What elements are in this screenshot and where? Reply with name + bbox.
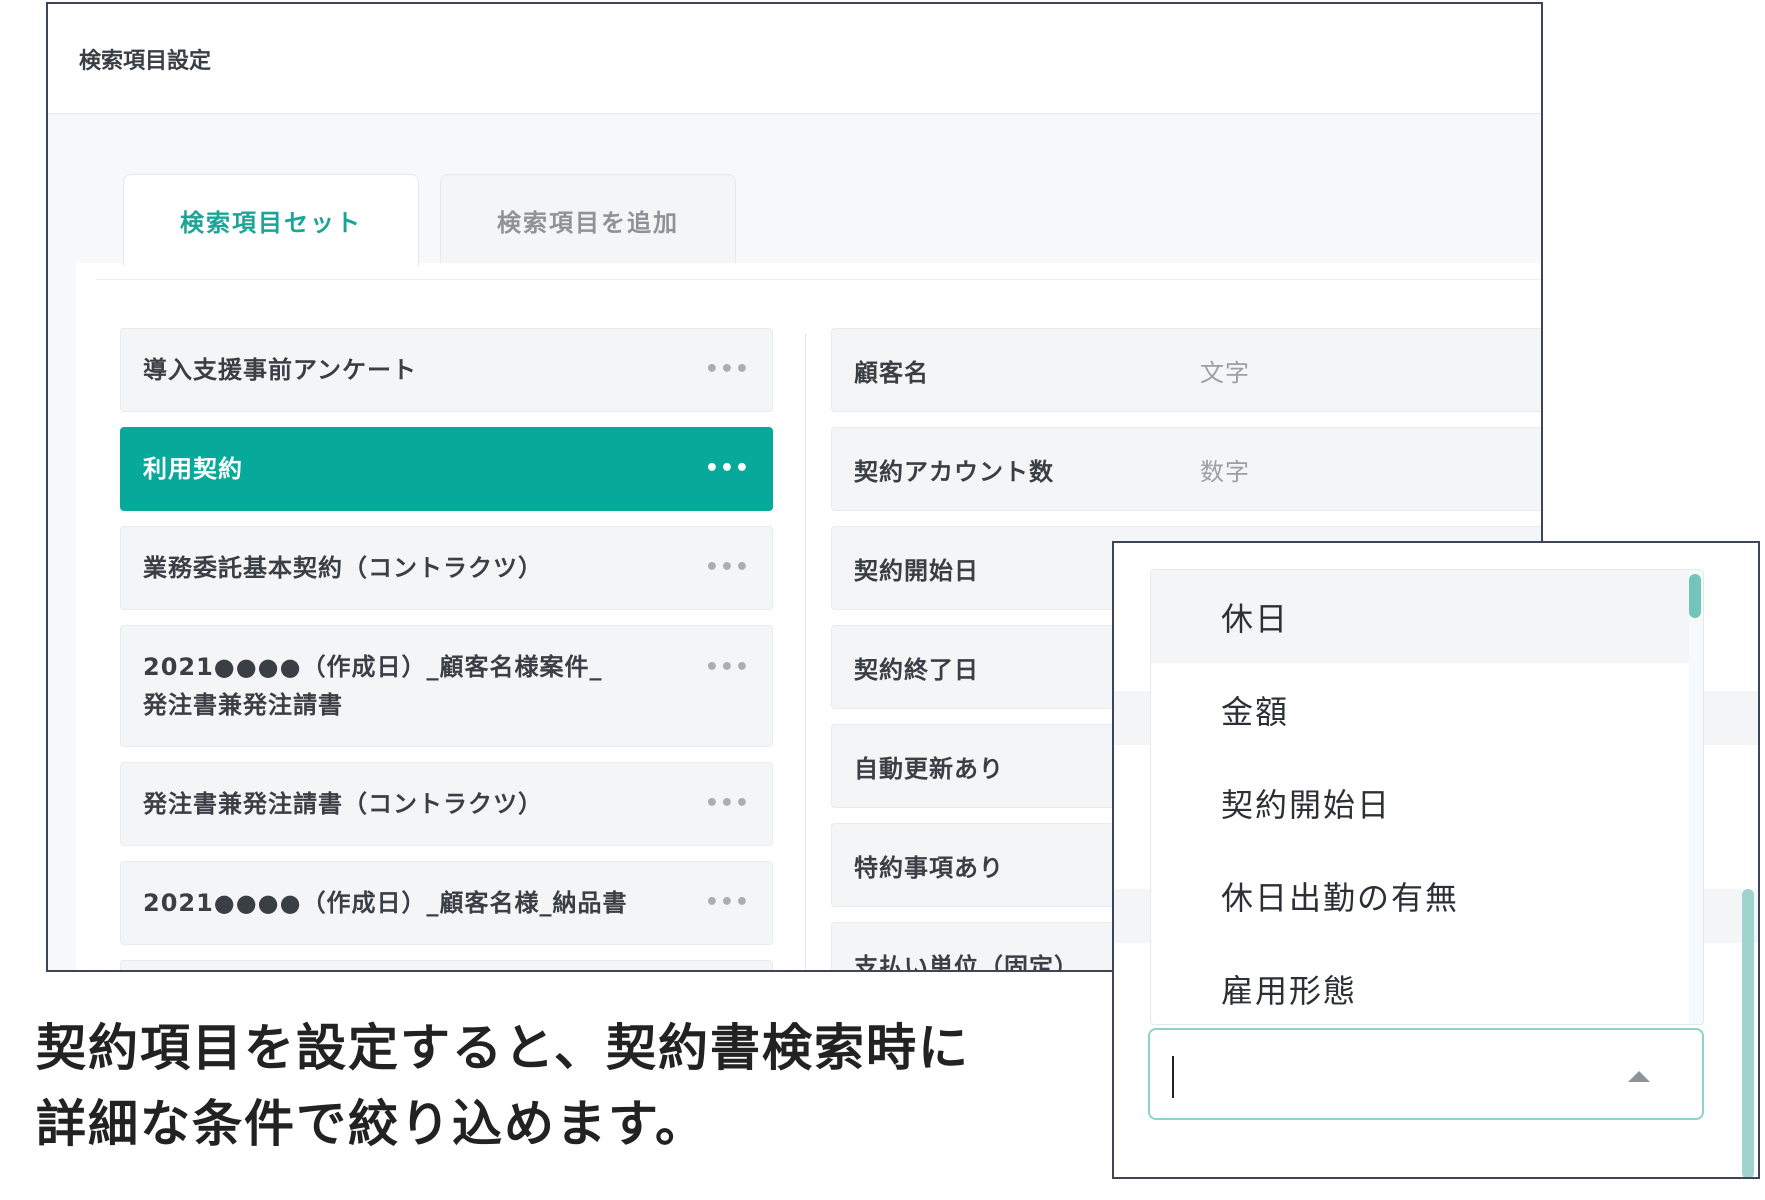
dropdown-option[interactable]: 雇用形態 (1151, 942, 1703, 1024)
tab-search-item-set[interactable]: 検索項目セット (123, 174, 419, 266)
field-name: 契約開始日 (854, 556, 979, 585)
content-divider (96, 279, 1541, 280)
field-type-dropdown-popup: 休日 金額 契約開始日 休日出勤の有無 雇用形態 (1112, 541, 1760, 1179)
search-set-label: 2021●●●●（作成日）_顧客名様案件_発注書兼発注請書 (143, 653, 603, 719)
dropdown-options-list: 休日 金額 契約開始日 休日出勤の有無 雇用形態 (1150, 569, 1704, 1025)
search-set-item[interactable]: 2021●●●●（作成日）_顧客名様_納品書 ••• (120, 861, 773, 945)
popup-scrollbar-thumb[interactable] (1742, 889, 1754, 1177)
more-dots-icon[interactable]: ••• (705, 549, 750, 587)
search-set-label: 2021●●●●（作成日）_顧客名様_納品書 (143, 889, 628, 917)
search-set-item[interactable]: 2021●●●●（作成日）_顧客名様案件_発注書兼発注請書 ••• (120, 625, 773, 747)
options-scrollbar[interactable] (1689, 570, 1703, 1024)
tab-add-search-item[interactable]: 検索項目を追加 (440, 174, 736, 266)
field-item[interactable]: 契約アカウント数 数字 (831, 427, 1541, 511)
more-dots-icon[interactable]: ••• (705, 649, 750, 687)
search-set-item[interactable]: 業務委託基本契約（コントラクツ） ••• (120, 526, 773, 610)
more-dots-icon[interactable]: ••• (705, 785, 750, 823)
column-divider (805, 333, 806, 970)
field-name: 自動更新あり (854, 754, 1004, 783)
page-title: 検索項目設定 (79, 49, 212, 74)
caption-text: 契約項目を設定すると、契約書検索時に 詳細な条件で絞り込めます。 (36, 1010, 1096, 1162)
dropdown-option[interactable]: 休日出勤の有無 (1151, 849, 1703, 942)
search-set-label: 導入支援事前アンケート (143, 356, 418, 384)
field-name: 顧客名 (854, 358, 929, 387)
options-scrollbar-thumb[interactable] (1689, 574, 1701, 618)
search-set-label: 利用契約 (143, 455, 243, 483)
chevron-up-icon[interactable] (1628, 1071, 1650, 1082)
search-set-label: 発注書兼発注請書（コントラクツ） (143, 790, 543, 818)
field-name: 支払い単位（固定） (854, 952, 1079, 972)
search-set-item-selected[interactable]: 利用契約 ••• (120, 427, 773, 511)
search-set-item[interactable]: 導入支援事前アンケート ••• (120, 328, 773, 412)
field-name: 契約終了日 (854, 655, 979, 684)
more-dots-icon[interactable]: ••• (705, 450, 750, 488)
field-type: 数字 (1200, 457, 1250, 486)
search-set-item[interactable] (120, 960, 773, 970)
dropdown-option[interactable]: 休日 (1151, 570, 1703, 663)
dropdown-search-input[interactable] (1148, 1028, 1704, 1120)
search-set-label: 業務委託基本契約（コントラクツ） (143, 554, 543, 582)
panel-header: 検索項目設定 (48, 4, 1541, 114)
caption-line-1: 契約項目を設定すると、契約書検索時に (36, 1019, 970, 1077)
dropdown-option[interactable]: 契約開始日 (1151, 756, 1703, 849)
field-type: 文字 (1200, 358, 1250, 387)
text-cursor (1172, 1056, 1174, 1098)
dropdown-option[interactable]: 金額 (1151, 663, 1703, 756)
field-name: 特約事項あり (854, 853, 1004, 882)
more-dots-icon[interactable]: ••• (705, 884, 750, 922)
field-item[interactable]: 顧客名 文字 (831, 328, 1541, 412)
field-name: 契約アカウント数 (854, 457, 1054, 486)
search-set-list: 導入支援事前アンケート ••• 利用契約 ••• 業務委託基本契約（コントラクツ… (120, 328, 773, 970)
more-dots-icon[interactable]: ••• (705, 351, 750, 389)
search-set-item[interactable]: 発注書兼発注請書（コントラクツ） ••• (120, 762, 773, 846)
caption-line-2: 詳細な条件で絞り込めます。 (36, 1095, 707, 1153)
